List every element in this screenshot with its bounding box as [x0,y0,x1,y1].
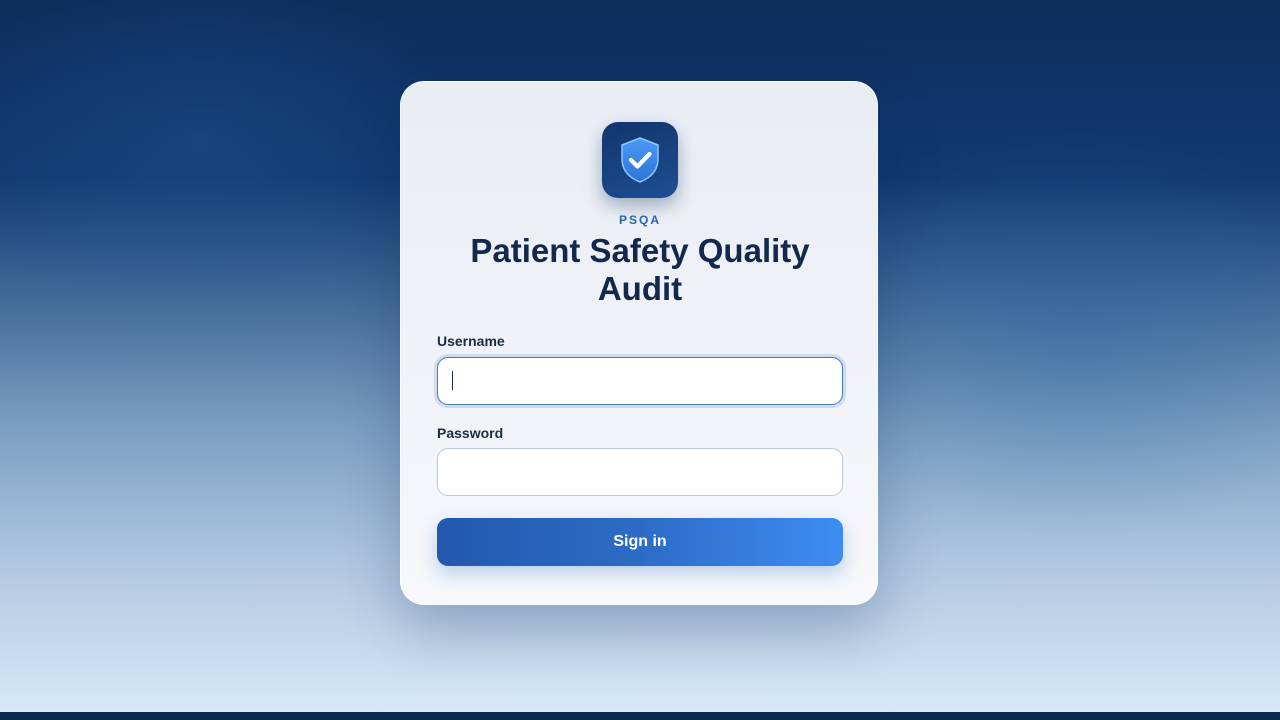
background-glow [0,0,460,320]
sign-in-button[interactable]: Sign in [437,518,843,566]
bottom-bar [0,712,1280,720]
text-cursor [452,371,453,390]
page-title: Patient Safety Quality Audit [470,232,810,307]
username-input[interactable] [437,357,843,405]
brand-abbreviation: PSQA [618,213,661,227]
username-label: Username [437,333,505,349]
login-page: PSQA Patient Safety Quality Audit Userna… [0,0,1280,712]
password-label: Password [437,425,504,441]
password-input[interactable] [437,448,843,496]
login-card: PSQA Patient Safety Quality Audit Userna… [400,81,878,605]
app-logo [602,122,678,198]
shield-check-icon [621,137,659,183]
